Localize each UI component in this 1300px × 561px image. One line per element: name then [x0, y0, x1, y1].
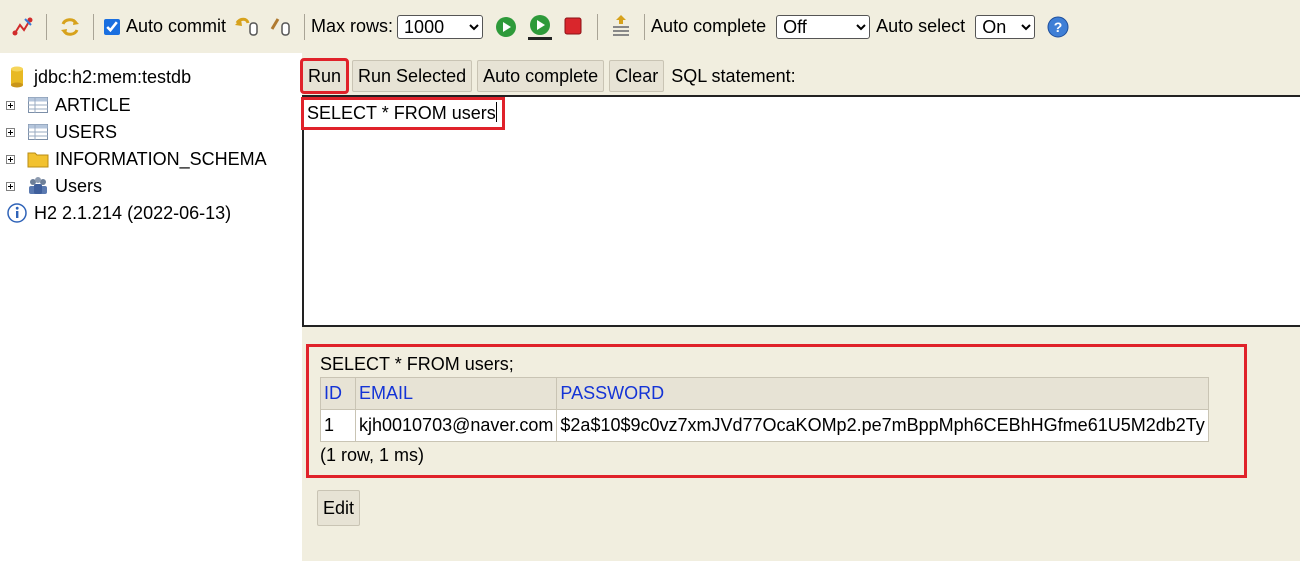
tree-version: H2 2.1.214 (2022-06-13)	[6, 201, 231, 225]
cell-id: 1	[320, 409, 356, 442]
users-icon	[27, 176, 49, 196]
auto-select-select[interactable]: On	[975, 14, 1036, 39]
query-panel: Run Run Selected Auto complete Clear SQL…	[299, 53, 1300, 561]
history-icon[interactable]	[606, 12, 636, 42]
query-button-bar: Run Run Selected Auto complete Clear SQL…	[299, 58, 796, 94]
tree-item-label: INFORMATION_SCHEMA	[55, 148, 267, 169]
table-row: 1 kjh0010703@naver.com $2a$10$9c0vz7xmJV…	[320, 409, 1209, 442]
expand-icon[interactable]	[6, 154, 15, 164]
version-label: H2 2.1.214 (2022-06-13)	[34, 202, 232, 223]
tree-item-label: ARTICLE	[55, 94, 131, 115]
refresh-icon[interactable]	[55, 12, 85, 42]
expand-icon[interactable]	[6, 100, 15, 110]
auto-select-label: Auto select	[876, 16, 966, 36]
tree-item-label: Users	[55, 175, 103, 196]
run-selected-button[interactable]: Run Selected	[352, 60, 473, 92]
tree-item-label: USERS	[55, 121, 118, 142]
auto-complete-label: Auto complete	[651, 16, 767, 36]
column-header-password[interactable]: PASSWORD	[556, 377, 1209, 410]
sql-editor[interactable]: SELECT * FROM users	[301, 95, 1300, 327]
run-selected-icon[interactable]	[525, 12, 555, 42]
result-statement: SELECT * FROM users;	[320, 354, 514, 374]
cell-email: kjh0010703@naver.com	[354, 409, 558, 442]
auto-commit-toggle[interactable]: Auto commit	[102, 16, 230, 37]
max-rows-label: Max rows:	[311, 16, 394, 36]
tree-item-users[interactable]: Users	[6, 174, 102, 198]
tree-item-article[interactable]: ARTICLE	[6, 93, 131, 117]
help-icon[interactable]: ?	[1043, 12, 1073, 42]
edit-button[interactable]: Edit	[317, 490, 361, 526]
sql-highlight-box	[301, 97, 505, 130]
toolbar-separator	[304, 13, 306, 40]
rollback-icon[interactable]	[232, 12, 262, 42]
sql-statement-label: SQL statement:	[671, 65, 796, 86]
tree-item-users-table[interactable]: USERS	[6, 120, 117, 144]
run-icon[interactable]	[491, 12, 521, 42]
run-button[interactable]: Run	[299, 58, 350, 94]
tree-item-information-schema[interactable]: INFORMATION_SCHEMA	[6, 147, 267, 171]
toolbar-separator	[46, 13, 47, 40]
expand-icon[interactable]	[6, 181, 15, 191]
connection-label: jdbc:h2:mem:testdb	[34, 66, 192, 87]
max-rows-select[interactable]: 1000	[397, 14, 484, 39]
expand-icon[interactable]	[6, 127, 15, 137]
result-highlight-box: SELECT * FROM users; ID EMAIL PASSWORD 1…	[306, 344, 1247, 478]
table-icon	[27, 122, 49, 142]
result-count: (1 row, 1 ms)	[320, 445, 425, 465]
info-icon	[6, 203, 28, 223]
disconnect-icon[interactable]	[8, 12, 38, 42]
toolbar-separator	[93, 13, 94, 40]
tree-connection[interactable]: jdbc:h2:mem:testdb	[6, 65, 191, 89]
result-header-row: ID EMAIL PASSWORD	[320, 377, 1209, 410]
auto-complete-select[interactable]: Off	[776, 14, 871, 39]
toolbar-separator	[597, 13, 599, 40]
stop-icon[interactable]	[559, 12, 589, 42]
column-header-email[interactable]: EMAIL	[354, 377, 558, 410]
toolbar: Auto commit Max rows: 1000 Auto complete…	[0, 0, 1300, 53]
commit-icon[interactable]	[266, 12, 296, 42]
result-table: ID EMAIL PASSWORD 1 kjh0010703@naver.com…	[320, 377, 1209, 442]
auto-commit-checkbox[interactable]	[104, 18, 120, 35]
column-header-id[interactable]: ID	[320, 377, 356, 410]
folder-icon	[27, 149, 49, 169]
clear-button[interactable]: Clear	[609, 60, 665, 92]
database-icon	[6, 66, 28, 88]
auto-commit-label: Auto commit	[126, 16, 227, 36]
schema-tree: jdbc:h2:mem:testdb ARTICLE USERS INFORMA…	[0, 53, 302, 561]
auto-complete-button[interactable]: Auto complete	[477, 60, 605, 92]
cell-password: $2a$10$9c0vz7xmJVd77OcaKOMp2.pe7mBppMph6…	[556, 409, 1209, 442]
svg-text:?: ?	[1054, 19, 1063, 35]
table-icon	[27, 95, 49, 115]
toolbar-separator	[644, 13, 646, 40]
